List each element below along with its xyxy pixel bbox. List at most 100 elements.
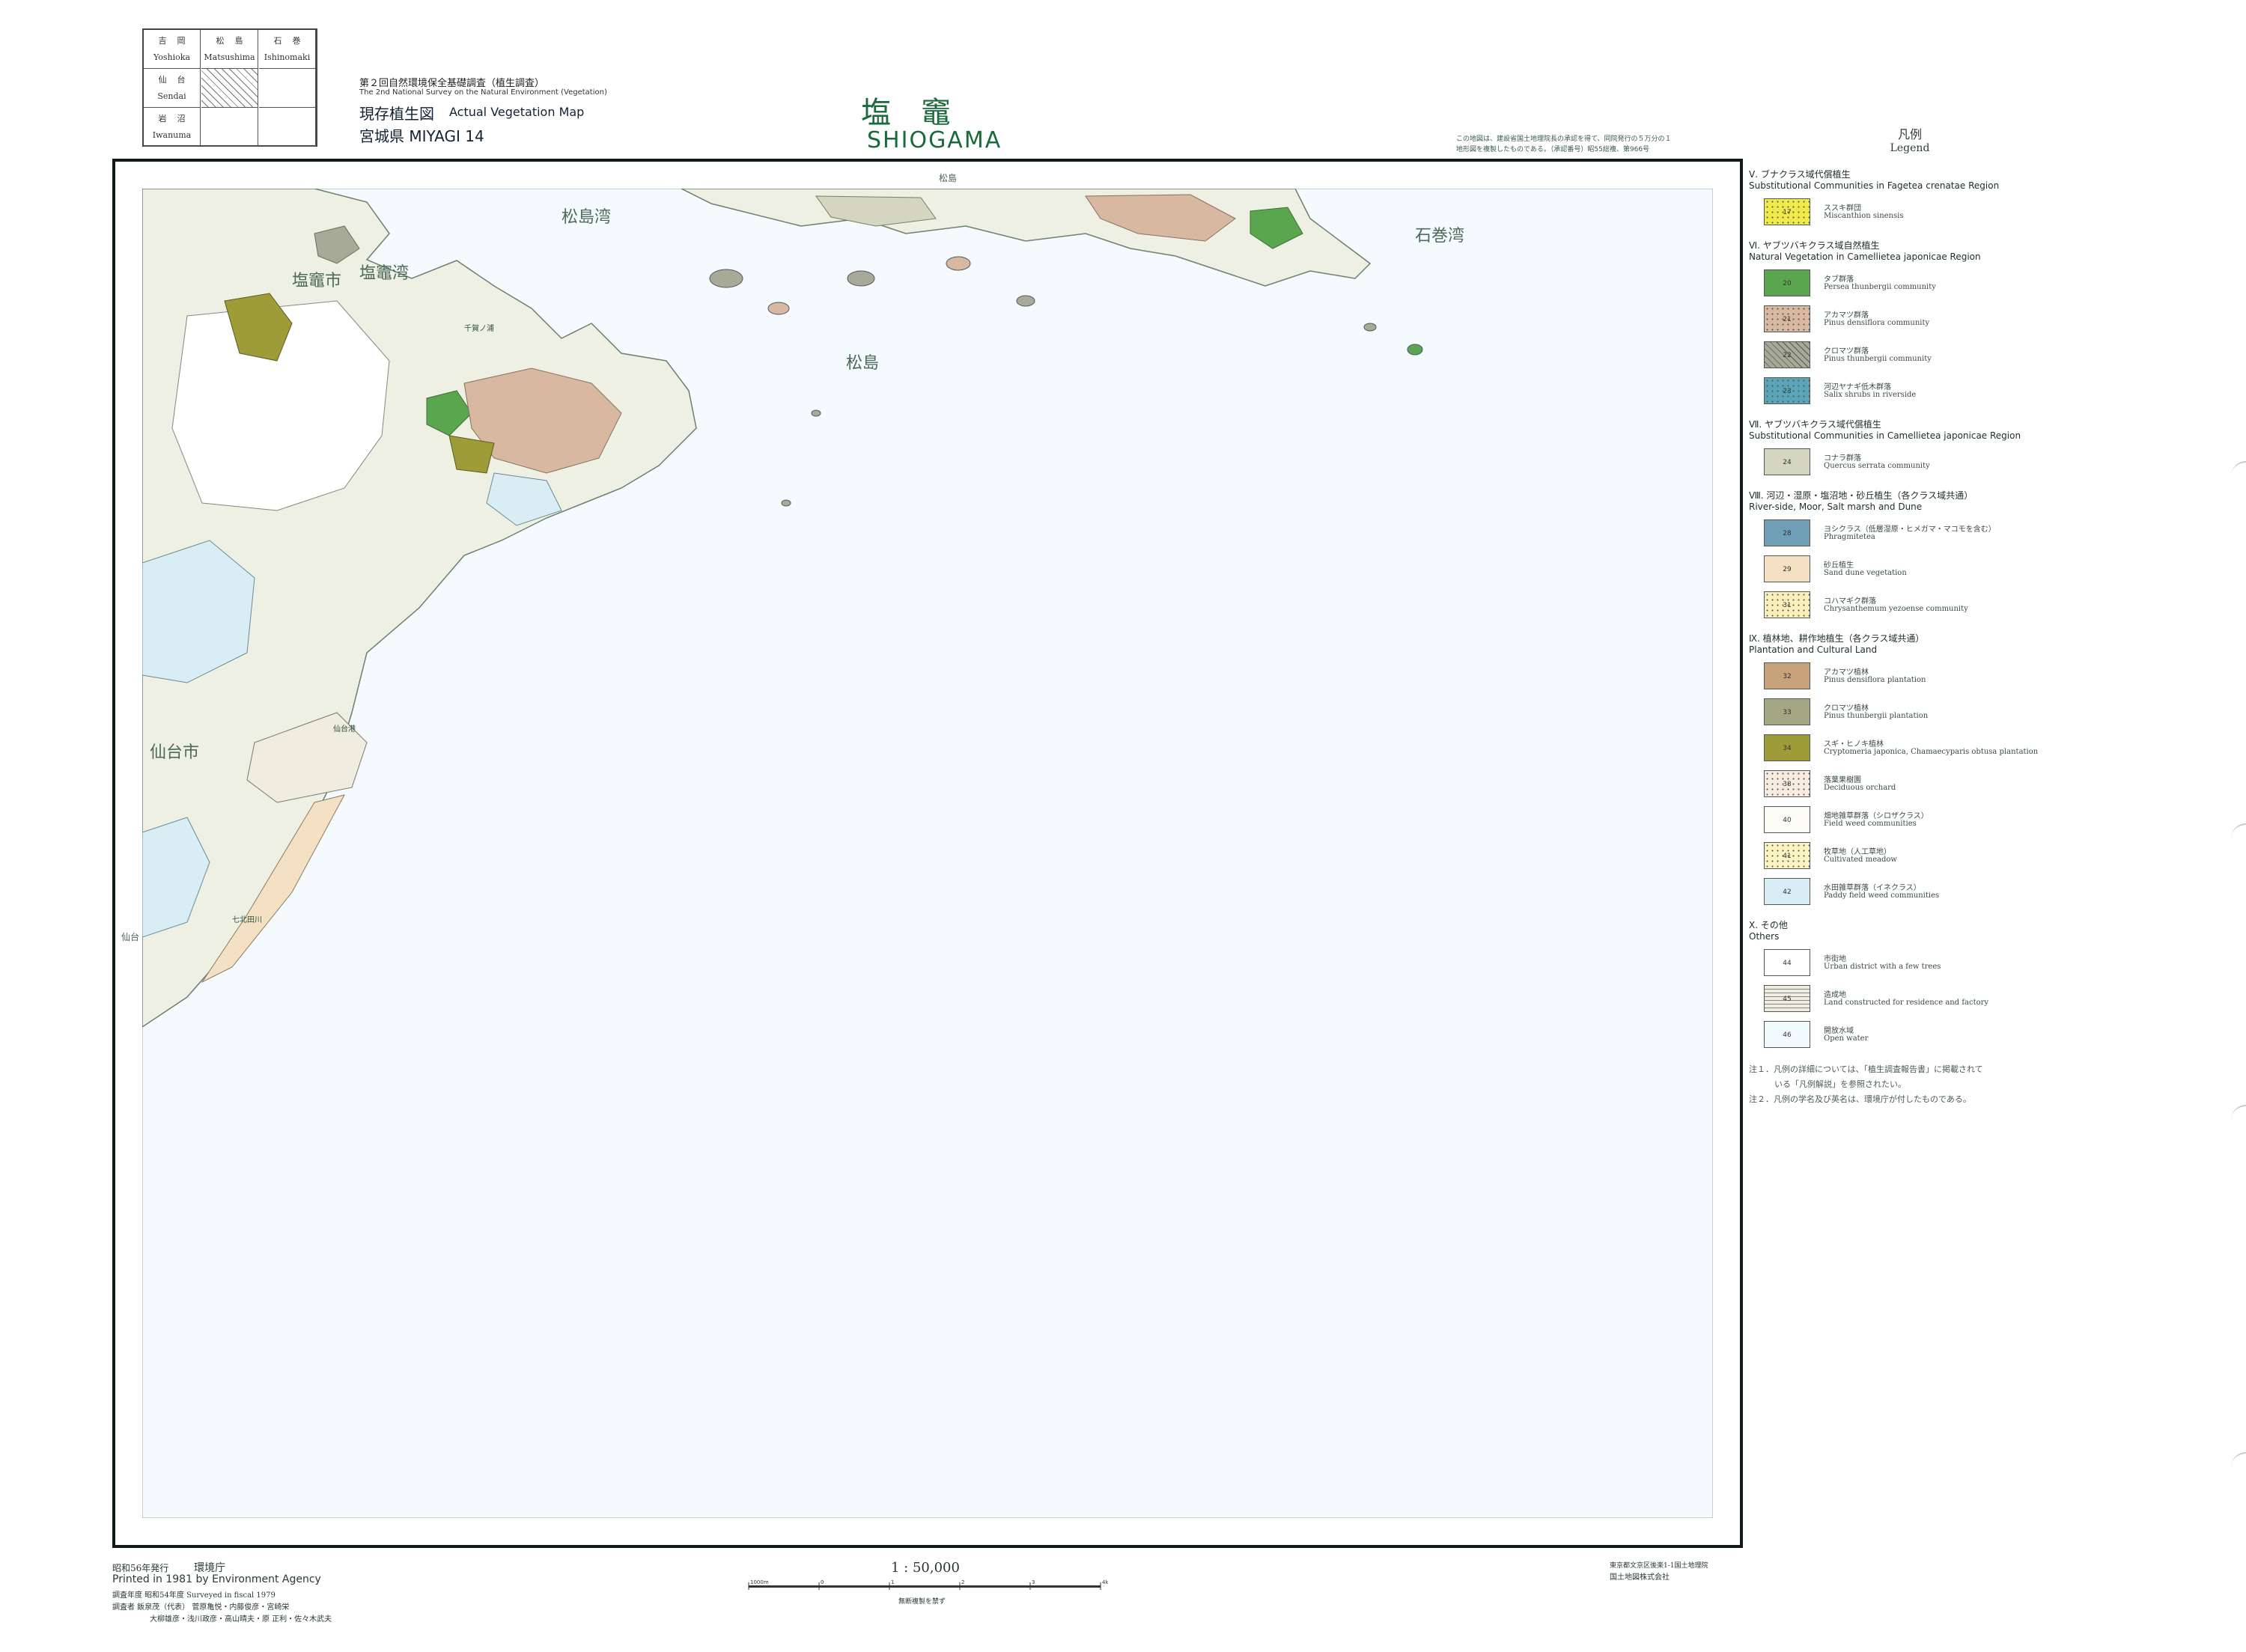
index-cell bbox=[259, 69, 316, 108]
legend-label-en: Cryptomeria japonica, Chamaecyparis obtu… bbox=[1824, 748, 2039, 756]
index-cell-name-jp: 仙台 bbox=[158, 75, 196, 85]
legend-footnotes: 注１．凡例の詳細については、「植生調査報告書」に掲載されて いる「凡例解説」を参照… bbox=[1749, 1063, 2071, 1105]
legend-item: 42 水田雑草群落（イネクラス） Paddy field weed communit… bbox=[1764, 878, 2071, 914]
legend-item: 21 アカマツ群落 Pinus densiflora community bbox=[1764, 305, 2071, 341]
legend-label-en: Chrysanthemum yezoense community bbox=[1824, 605, 1968, 613]
legend-item: 41 牧草地（人工草地） Cultivated meadow bbox=[1764, 842, 2071, 878]
legend-item: 34 スギ・ヒノキ植林 Cryptomeria japonica, Chamaecy… bbox=[1764, 734, 2071, 770]
vegetation-map: 松島湾 石巻湾 塩竈市 松島 仙台市 仙台港 七北田川 塩竈湾 千賀ノ浦 bbox=[142, 189, 1713, 1518]
map-title-en: SHIOGAMA bbox=[867, 127, 1002, 153]
legend-swatch: 21 bbox=[1764, 305, 1810, 332]
island bbox=[709, 269, 743, 288]
legend-label-en: Urban district with a few trees bbox=[1824, 963, 1941, 971]
label-matsushima: 松島 bbox=[846, 354, 879, 373]
copyright-note-line2: 地形図を複製したものである。（承認番号）昭55総複、第966号 bbox=[1456, 146, 1650, 153]
legend-region-title-en: Natural Vegetation in Camellietea japoni… bbox=[1749, 252, 1981, 262]
publisher-line2: 国土地図株式会社 bbox=[1610, 1573, 1670, 1582]
legend-region: Ⅸ. 植林地、耕作地植生（各クラス域共通） Plantation and Cult… bbox=[1749, 632, 2071, 914]
index-cell bbox=[201, 108, 258, 147]
legend-swatch: 33 bbox=[1764, 698, 1810, 725]
legend-swatch: 22 bbox=[1764, 341, 1810, 368]
island bbox=[811, 409, 821, 417]
index-cell-name-jp: 松島 bbox=[216, 36, 254, 46]
binder-mark bbox=[2231, 1452, 2246, 1469]
label-shiogama-bay: 塩竈湾 bbox=[359, 264, 409, 283]
index-cell-name-en: Sendai bbox=[157, 91, 186, 101]
legend-label-jp: 市街地 bbox=[1824, 955, 1846, 963]
legend-swatch: 41 bbox=[1764, 842, 1810, 869]
scale-tick-label: 1000m bbox=[750, 1579, 769, 1585]
legend-label-jp: ススキ群団 bbox=[1824, 204, 1861, 213]
scale-tick-label: 2 bbox=[961, 1579, 964, 1585]
legend-region-title-jp: Ⅵ. ヤブツバキクラス域自然植生 bbox=[1749, 240, 1880, 251]
top-margin: 松島 bbox=[939, 172, 957, 183]
legend-label-en: Quercus serrata community bbox=[1824, 462, 1930, 470]
legend-item: 22 クロマツ群落 Pinus thunbergii community bbox=[1764, 341, 2071, 377]
index-cell-name-en: Iwanuma bbox=[152, 130, 192, 140]
legend-item: 28 ヨシクラス（低層湿原・ヒメガマ・マコモを含む） Phragmitetea bbox=[1764, 519, 2071, 555]
left-margin: 仙台 bbox=[121, 931, 139, 942]
legend-label-en: Deciduous orchard bbox=[1824, 784, 1896, 792]
legend-swatch: 20 bbox=[1764, 269, 1810, 296]
legend-label-jp: 造成地 bbox=[1824, 991, 1846, 999]
legend-label-jp: 落葉果樹園 bbox=[1824, 776, 1861, 784]
legend-item: 17 ススキ群団 Miscanthion sinensis bbox=[1764, 198, 2071, 234]
legend-label-jp: クロマツ植林 bbox=[1824, 704, 1869, 713]
legend-item: 40 畑地雑草群落（シロザクラス） Field weed communities bbox=[1764, 806, 2071, 842]
legend-swatch: 31 bbox=[1764, 591, 1810, 618]
legend-label-en: Field weed communities bbox=[1824, 820, 1917, 828]
legend-label-en: Pinus densiflora community bbox=[1824, 319, 1930, 327]
legend-swatch: 40 bbox=[1764, 806, 1810, 833]
island bbox=[1016, 295, 1035, 307]
legend-item: 46 開放水域 Open water bbox=[1764, 1021, 2071, 1057]
legend-swatch: 28 bbox=[1764, 519, 1810, 546]
legend-item: 31 コハマギク群落 Chrysanthemum yezoense communit… bbox=[1764, 591, 2071, 627]
legend-label-en: Persea thunbergii community bbox=[1824, 283, 1936, 291]
binder-mark bbox=[2231, 1105, 2246, 1121]
legend-footnote: 注２．凡例の学名及び英名は、環境庁が付したものである。 bbox=[1749, 1094, 1971, 1104]
index-cell: 松島 Matsushima bbox=[201, 30, 258, 69]
legend-swatch: 23 bbox=[1764, 377, 1810, 404]
legend-region-title-jp: Ⅸ. 植林地、耕作地植生（各クラス域共通） bbox=[1749, 633, 1925, 644]
legend-region-title-en: Others bbox=[1749, 931, 1780, 942]
survey-title-en: The 2nd National Survey on the Natural E… bbox=[359, 88, 607, 97]
legend-label-jp: タブ群落 bbox=[1824, 275, 1854, 284]
legend-title-en: Legend bbox=[1890, 142, 1930, 154]
legend-footnote: 注１．凡例の詳細については、「植生調査報告書」に掲載されて bbox=[1749, 1064, 1983, 1074]
legend-item: 20 タブ群落 Persea thunbergii community bbox=[1764, 269, 2071, 305]
scale-tick-label: 0 bbox=[821, 1579, 824, 1585]
legend-region-title-jp: Ⅴ. ブナクラス域代償植生 bbox=[1749, 169, 1851, 180]
prefecture-label: 宮城県 MIYAGI 14 bbox=[359, 127, 484, 145]
label-shiogama-city: 塩竈市 bbox=[292, 272, 341, 290]
scale-tick-label: 4km bbox=[1102, 1579, 1108, 1585]
legend-region-title-en: Substitutional Communities in Fagetea cr… bbox=[1749, 180, 2000, 191]
legend-label-en: Sand dune vegetation bbox=[1824, 569, 1907, 577]
island bbox=[1407, 344, 1423, 356]
label-ishinomaki-bay: 石巻湾 bbox=[1415, 227, 1464, 246]
legend-swatch: 29 bbox=[1764, 555, 1810, 582]
index-cell-name-jp: 吉岡 bbox=[158, 36, 196, 46]
legend-item: 29 砂丘植生 Sand dune vegetation bbox=[1764, 555, 2071, 591]
footer-surveyed: 調査年度 昭和54年度 Surveyed in fiscal 1979 bbox=[112, 1591, 276, 1600]
legend-label-jp: クロマツ群落 bbox=[1824, 347, 1869, 356]
legend-swatch: 44 bbox=[1764, 949, 1810, 976]
legend-swatch: 46 bbox=[1764, 1021, 1810, 1048]
island bbox=[1363, 323, 1377, 332]
index-cell-name-en: Matsushima bbox=[204, 52, 255, 62]
footer-investigators-1: 調査者 飯泉茂（代表） 菅原亀悦・内藤俊彦・宮崎栄 bbox=[112, 1603, 290, 1612]
scale-tick-label: 1 bbox=[891, 1579, 894, 1585]
legend-label-en: Pinus thunbergii community bbox=[1824, 355, 1932, 363]
index-cell-name-en: Yoshioka bbox=[153, 52, 191, 62]
legend-region: Ⅹ. その他 Others 44 市街地 Urban district with a f… bbox=[1749, 918, 2071, 1057]
scale-note: 無断複製を禁ず bbox=[898, 1598, 946, 1606]
legend-label-en: Land constructed for residence and facto… bbox=[1824, 999, 1989, 1007]
legend-item: 45 造成地 Land constructed for residence and … bbox=[1764, 985, 2071, 1021]
index-cell-current bbox=[201, 69, 258, 108]
legend-region: Ⅴ. ブナクラス域代償植生 Substitutional Communities … bbox=[1749, 168, 2071, 234]
legend-label-jp: 畑地雑草群落（シロザクラス） bbox=[1824, 812, 1929, 820]
legend-label-en: Pinus densiflora plantation bbox=[1824, 676, 1926, 684]
legend-swatch: 38 bbox=[1764, 770, 1810, 797]
legend-label-jp: アカマツ群落 bbox=[1824, 311, 1869, 320]
legend-label-en: Cultivated meadow bbox=[1824, 856, 1897, 864]
legend-region: Ⅶ. ヤブツバキクラス域代償植生 Substitutional Communiti… bbox=[1749, 418, 2071, 484]
